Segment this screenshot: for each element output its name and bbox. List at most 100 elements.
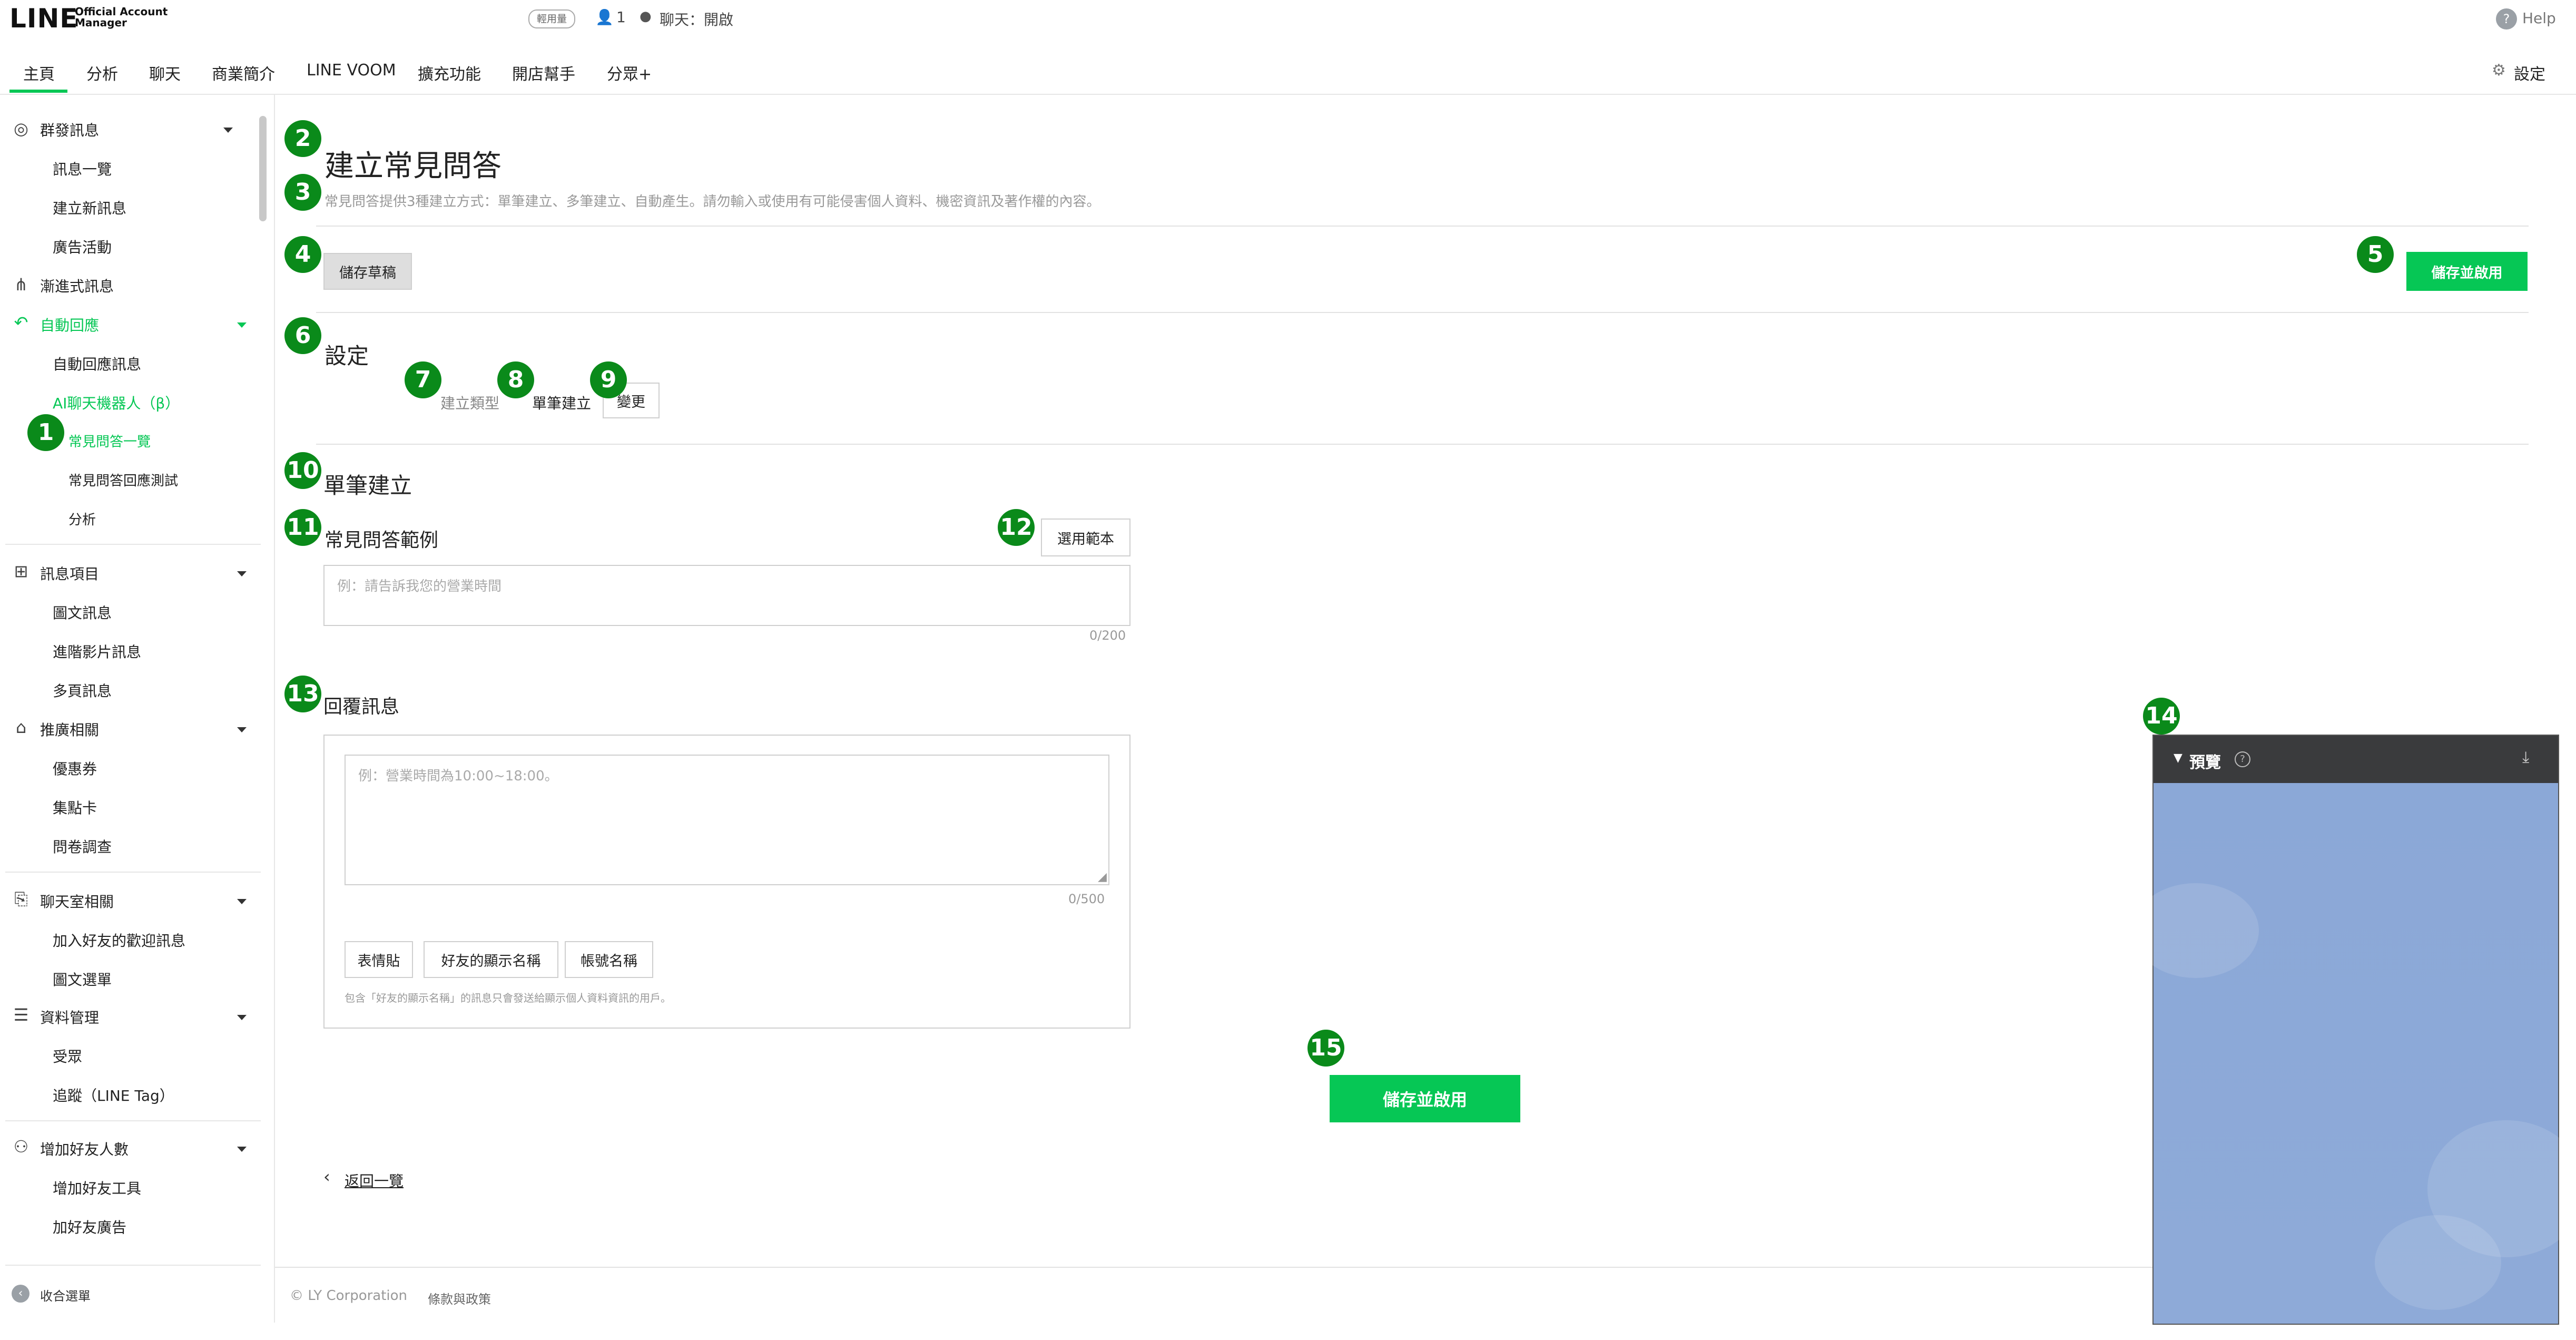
nav-shop-helper[interactable]: 開店幫手 — [512, 61, 575, 84]
emoji-button[interactable]: 表情貼 — [345, 941, 413, 978]
logo-subtitle-line1: Official Account — [75, 5, 168, 18]
sidebar-item-add-friend-tool[interactable]: 增加好友工具 — [53, 1177, 141, 1198]
caret-down-icon[interactable]: ▼ — [2174, 751, 2182, 765]
chevron-down-icon[interactable] — [237, 322, 247, 328]
annotation-badge: 2 — [284, 120, 321, 157]
sidebar-item-tracking[interactable]: 追蹤（LINE Tag） — [53, 1084, 174, 1106]
divider — [316, 312, 2529, 313]
cloud-decoration — [2375, 1215, 2501, 1310]
sidebar-item-step-message[interactable]: 漸進式訊息 — [40, 275, 114, 296]
friend-name-button[interactable]: 好友的顯示名稱 — [424, 941, 558, 978]
creation-type-value: 單筆建立 — [532, 395, 592, 412]
single-create-heading: 單筆建立 — [323, 473, 412, 498]
chevron-down-icon[interactable] — [237, 1015, 247, 1020]
sidebar-item-add-friends[interactable]: 增加好友人數 — [40, 1138, 129, 1159]
sidebar-divider — [5, 1265, 261, 1266]
creation-type-label: 建立類型 — [440, 395, 500, 412]
annotation-badge: 6 — [284, 317, 321, 354]
divider — [316, 444, 2529, 445]
reply-char-counter: 0/500 — [1068, 892, 1105, 906]
chat-room-icon: ⎘ — [14, 889, 28, 909]
nav-active-underline — [9, 90, 67, 93]
line-logo[interactable]: LINE — [9, 3, 78, 34]
preview-title[interactable]: 預覽 — [2189, 749, 2221, 772]
nav-extensions[interactable]: 擴充功能 — [418, 61, 481, 84]
footer-divider — [275, 1267, 2152, 1268]
chat-bubble-icon: ● — [640, 8, 652, 24]
annotation-badge: 15 — [1307, 1030, 1344, 1067]
collapse-icon[interactable]: ‹ — [12, 1285, 30, 1303]
faq-char-counter: 0/200 — [1089, 628, 1126, 643]
nav-chat[interactable]: 聊天 — [149, 61, 181, 84]
chevron-down-icon[interactable] — [237, 1147, 247, 1152]
preview-header[interactable]: ▼ 預覽 ? ⤓ — [2154, 736, 2558, 783]
chevron-left-icon[interactable]: ‹ — [323, 1167, 330, 1187]
sidebar-item-auto-reply[interactable]: 自動回應 — [40, 314, 99, 335]
sidebar-item-greeting[interactable]: 加入好友的歡迎訊息 — [53, 930, 185, 951]
back-to-list-link[interactable]: 返回一覽 — [345, 1170, 404, 1191]
download-icon[interactable]: ⤓ — [2522, 748, 2529, 767]
chevron-down-icon[interactable] — [223, 128, 233, 133]
help-link[interactable]: Help — [2522, 9, 2556, 27]
help-icon[interactable]: ? — [2496, 8, 2517, 30]
sidebar-item-message-items[interactable]: 訊息項目 — [40, 563, 99, 584]
sidebar-item-ai-chatbot[interactable]: AI聊天機器人（β） — [53, 392, 180, 413]
faq-example-input[interactable] — [323, 565, 1130, 626]
sidebar-item-analysis[interactable]: 分析 — [68, 509, 96, 529]
chevron-down-icon[interactable] — [237, 571, 247, 576]
logo-subtitle: Official Account Manager — [75, 6, 168, 28]
nav-analytics[interactable]: 分析 — [86, 61, 118, 84]
sidebar-item-chat-room[interactable]: 聊天室相關 — [40, 891, 114, 912]
sidebar-item-audience[interactable]: 受眾 — [53, 1045, 82, 1067]
annotation-badge: 10 — [284, 452, 321, 489]
save-draft-button[interactable]: 儲存草稿 — [323, 253, 412, 290]
sidebar-item-ad-campaign[interactable]: 廣告活動 — [53, 236, 112, 257]
sidebar-item-coupon[interactable]: 優惠券 — [53, 758, 97, 779]
sidebar-item-data-mgmt[interactable]: 資料管理 — [40, 1006, 99, 1028]
sidebar-item-broadcast[interactable]: 群發訊息 — [40, 119, 99, 140]
sidebar-item-card-message[interactable]: 多頁訊息 — [53, 680, 112, 701]
save-enable-button[interactable]: 儲存並啟用 — [2406, 252, 2528, 291]
chevron-down-icon[interactable] — [237, 899, 247, 904]
sidebar-collapse[interactable]: 收合選單 — [40, 1286, 91, 1304]
cloud-decoration — [2132, 883, 2259, 978]
nav-segment-plus[interactable]: 分眾+ — [607, 61, 652, 84]
nav-profile[interactable]: 商業簡介 — [212, 61, 275, 84]
broadcast-icon: ◎ — [14, 119, 28, 139]
sidebar-item-rich-message[interactable]: 圖文訊息 — [53, 602, 112, 623]
sidebar-scrollbar[interactable] — [259, 116, 267, 221]
annotation-badge: 13 — [284, 676, 321, 712]
sidebar-item-rich-video[interactable]: 進階影片訊息 — [53, 641, 141, 662]
use-template-button[interactable]: 選用範本 — [1041, 519, 1130, 556]
sidebar: ◎ 群發訊息 訊息一覽 建立新訊息 廣告活動 ⋔ 漸進式訊息 ↶ 自動回應 自動… — [0, 95, 275, 1323]
resize-handle-icon[interactable]: ◢ — [1098, 870, 1107, 884]
help-circle-icon[interactable]: ? — [2235, 751, 2250, 767]
chevron-down-icon[interactable] — [237, 727, 247, 732]
sidebar-item-faq-test[interactable]: 常見問答回應測試 — [68, 470, 178, 490]
preview-panel: ▼ 預覽 ? ⤓ — [2132, 735, 2576, 1325]
sidebar-item-survey[interactable]: 問卷調查 — [53, 836, 112, 857]
sidebar-item-message-list[interactable]: 訊息一覽 — [53, 158, 112, 179]
sidebar-item-promotion[interactable]: 推廣相關 — [40, 719, 99, 740]
auto-reply-icon: ↶ — [14, 312, 28, 332]
nav-settings[interactable]: 設定 — [2514, 61, 2545, 84]
promotion-icon: ⌂ — [15, 717, 27, 737]
nav-line-voom[interactable]: LINE VOOM — [307, 61, 396, 80]
sidebar-item-rich-menu[interactable]: 圖文選單 — [53, 969, 112, 990]
account-name-button[interactable]: 帳號名稱 — [565, 941, 653, 978]
gear-icon[interactable]: ⚙ — [2492, 61, 2506, 80]
sidebar-item-faq-list[interactable]: 常見問答一覽 — [68, 431, 151, 451]
sidebar-item-create-message[interactable]: 建立新訊息 — [53, 197, 126, 218]
sidebar-divider — [5, 544, 261, 545]
chat-status[interactable]: 聊天：開啟 — [660, 8, 733, 30]
sidebar-item-reward-card[interactable]: 集點卡 — [53, 797, 97, 818]
friends-count[interactable]: 1 — [616, 8, 626, 26]
sidebar-item-friend-ads[interactable]: 加好友廣告 — [53, 1216, 126, 1237]
terms-link[interactable]: 條款與政策 — [428, 1289, 491, 1307]
sidebar-item-auto-reply-message[interactable]: 自動回應訊息 — [53, 353, 141, 374]
nav-home[interactable]: 主頁 — [23, 61, 55, 84]
reply-message-label: 回覆訊息 — [323, 696, 400, 718]
friend-name-note: 包含「好友的顯示名稱」的訊息只會發送給顯示個人資料資訊的用戶。 — [345, 992, 671, 1004]
page-description: 常見問答提供3種建立方式：單筆建立、多筆建立、自動產生。請勿輸入或使用有可能侵害… — [325, 194, 1100, 210]
save-enable-bottom-button[interactable]: 儲存並啟用 — [1330, 1075, 1520, 1122]
